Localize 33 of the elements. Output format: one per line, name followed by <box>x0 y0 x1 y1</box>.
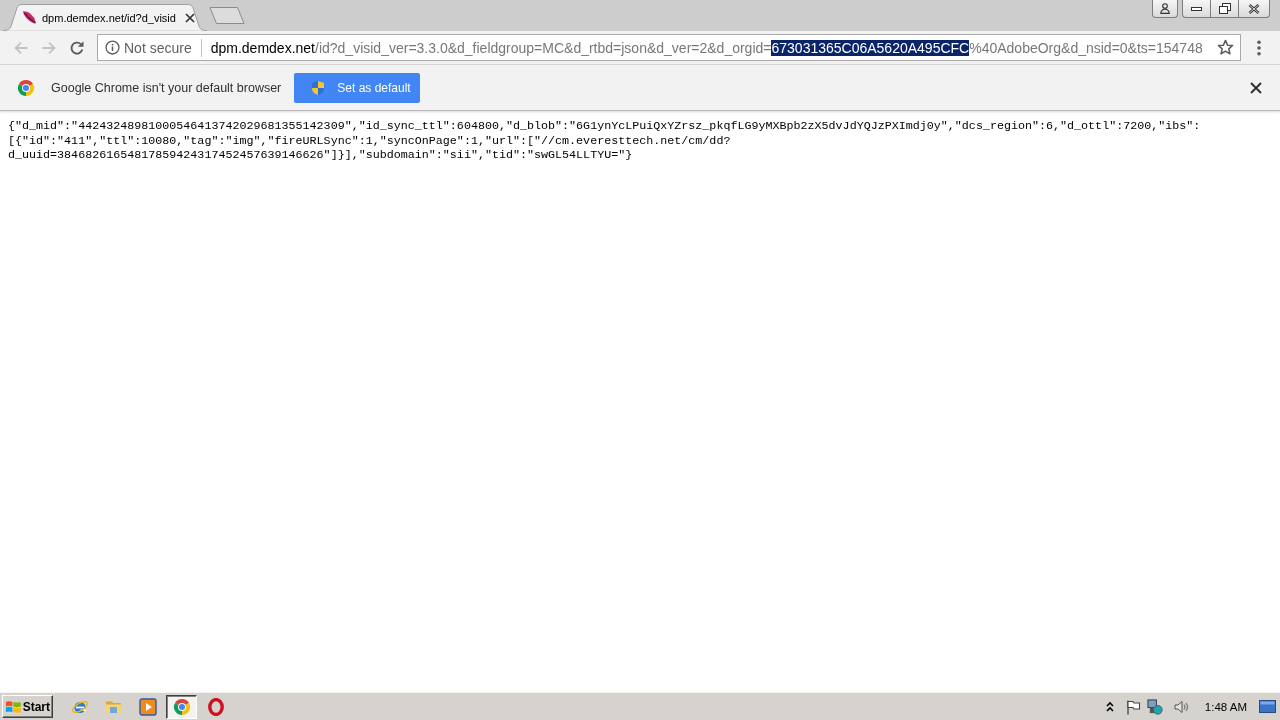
close-icon <box>1248 3 1260 14</box>
profile-button[interactable] <box>1152 0 1178 18</box>
star-icon[interactable] <box>1217 39 1234 56</box>
infobar-message: Google Chrome isn't your default browser <box>51 80 282 95</box>
restore-icon <box>1218 3 1231 14</box>
play-icon <box>138 697 157 716</box>
close-button[interactable] <box>1238 0 1270 18</box>
feather-icon <box>22 10 37 25</box>
network-icon[interactable] <box>1146 698 1163 715</box>
speaker-icon[interactable] <box>1172 698 1189 715</box>
taskbar-button[interactable] <box>166 694 197 719</box>
restore-button[interactable] <box>1210 0 1238 18</box>
shield-icon <box>311 79 326 96</box>
chevron-up-icon[interactable] <box>1104 700 1115 713</box>
show-desktop-icon[interactable] <box>1259 700 1276 713</box>
taskbar-clock[interactable]: 1:48 AM <box>1204 700 1247 713</box>
start-button[interactable]: Start <box>2 695 53 718</box>
close-icon[interactable] <box>1250 81 1262 94</box>
set-default-button[interactable]: Set as default <box>294 72 421 103</box>
menu-icon[interactable] <box>1257 39 1261 56</box>
browser-logo-icon <box>172 697 191 716</box>
security-label[interactable]: Not secure <box>124 39 192 56</box>
info-icon[interactable] <box>105 40 120 55</box>
minimize-icon <box>1191 6 1202 11</box>
reload-icon[interactable] <box>69 39 85 56</box>
person-icon <box>1160 3 1170 14</box>
browser-logo-icon <box>17 78 35 97</box>
flag-icon[interactable] <box>1124 698 1141 715</box>
browser-tab[interactable]: dpm.demdex.net/id?d_visid <box>3 4 207 31</box>
json-text: {"d_mid":"44243248981000546413742029681355142309","id_sync_ttl":604800,"d_blob":"6G1ynYcLPuiQxYZrsz_pkqfLG9yMXBpb2zX5dvJdYQJzPXImdj0y","dcs_region":6,"d_ottl":7200,"ibs": [{"id":"411","ttl":10080,"tag":"img","fireURLSync":1,"syncOnPage":1,"url":["//cm.everesttech.net/cm/dd? d_uuid=38468261654817859424317452457639146626"]}],"subdomain":"sii","tid":"swGL54LLTYU="} <box>8 119 1201 163</box>
minimize-button[interactable] <box>1182 0 1210 18</box>
o-logo-icon <box>206 697 225 716</box>
close-icon[interactable] <box>185 12 195 23</box>
